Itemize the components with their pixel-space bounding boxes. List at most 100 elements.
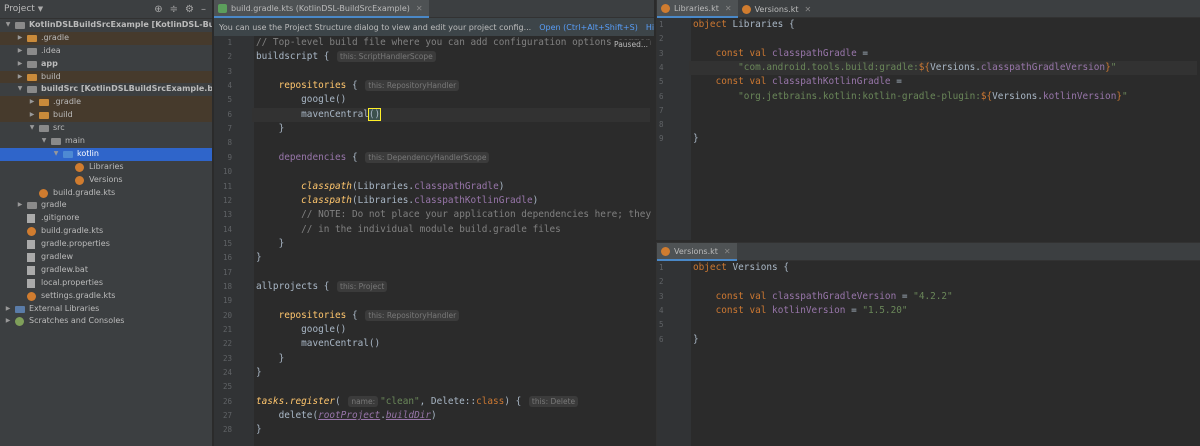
code-line[interactable]: } bbox=[693, 333, 699, 347]
tree-item[interactable]: ▶ gradle bbox=[0, 199, 212, 212]
chevron-down-icon[interactable]: ▼ bbox=[16, 83, 24, 96]
code-token: google() bbox=[256, 94, 347, 106]
tree-item[interactable]: build.gradle.kts bbox=[0, 187, 212, 200]
code-line[interactable]: "org.jetbrains.kotlin:kotlin-gradle-plug… bbox=[693, 90, 1128, 104]
code-line[interactable]: const val classpathGradleVersion = "4.2.… bbox=[693, 290, 953, 304]
tree-item[interactable]: ▶ .gradle bbox=[0, 31, 212, 45]
code-line[interactable]: } bbox=[256, 423, 262, 437]
tab-versions[interactable]: Versions.kt ✕ bbox=[738, 0, 818, 18]
tree-item-label: External Libraries bbox=[29, 303, 100, 313]
code-line[interactable]: classpath(Libraries.classpathGradle) bbox=[256, 180, 504, 194]
line-number: 4 bbox=[659, 62, 664, 72]
build-gradle-editor[interactable]: build.gradle.kts (KotlinDSL-BuildSrcExam… bbox=[214, 0, 654, 446]
chevron-right-icon[interactable]: ▶ bbox=[28, 109, 36, 122]
tree-item[interactable]: Libraries bbox=[0, 161, 212, 174]
code-line[interactable]: // in the individual module build.gradle… bbox=[256, 223, 561, 237]
tree-item[interactable]: ▶ build bbox=[0, 109, 212, 123]
folder-icon bbox=[39, 112, 49, 120]
tab-versions-bottom[interactable]: Versions.kt ✕ bbox=[657, 243, 737, 261]
tree-item-label: Libraries bbox=[89, 161, 124, 171]
chevron-right-icon[interactable]: ▶ bbox=[16, 71, 24, 84]
tab-libraries[interactable]: Libraries.kt ✕ bbox=[657, 0, 738, 18]
chevron-down-icon[interactable]: ▼ bbox=[52, 148, 60, 161]
chevron-right-icon[interactable]: ▶ bbox=[16, 45, 24, 58]
code-line[interactable]: object Libraries { bbox=[693, 18, 795, 32]
tree-item[interactable]: .gitignore bbox=[0, 212, 212, 225]
tree-item[interactable]: ▶ Scratches and Consoles bbox=[0, 315, 212, 328]
versions-editor[interactable]: Versions.kt ✕ 1 object Versions {2 3 const… bbox=[656, 242, 1200, 446]
tree-item[interactable]: ▼ src bbox=[0, 122, 212, 135]
code-line[interactable]: dependencies { this: DependencyHandlerSc… bbox=[256, 151, 491, 165]
code-line[interactable]: // NOTE: Do not place your application d… bbox=[256, 208, 654, 222]
hide-notification-link[interactable]: Hide notification bbox=[646, 23, 654, 32]
chevron-down-icon[interactable]: ▼ bbox=[38, 5, 43, 13]
chevron-down-icon[interactable]: ▼ bbox=[40, 135, 48, 148]
code-line[interactable]: repositories { this: RepositoryHandler bbox=[256, 79, 461, 93]
code-line[interactable]: tasks.register( name: "clean", Delete::cl… bbox=[256, 395, 580, 409]
close-icon[interactable]: ✕ bbox=[416, 4, 423, 13]
code-line[interactable]: "com.android.tools.build:gradle:${Versio… bbox=[693, 61, 1116, 75]
tree-item[interactable]: gradle.properties bbox=[0, 238, 212, 251]
project-tree[interactable]: ▼ KotlinDSLBuildSrcExample [KotlinDSL-Bui… bbox=[0, 19, 212, 328]
tree-item[interactable]: Versions bbox=[0, 174, 212, 187]
tree-item[interactable]: ▶ .idea bbox=[0, 45, 212, 58]
code-line[interactable]: classpath(Libraries.classpathKotlinGradl… bbox=[256, 194, 538, 208]
tree-item[interactable]: ▶ .gradle bbox=[0, 96, 212, 110]
tree-item-label: gradlew.bat bbox=[41, 264, 88, 274]
code-line[interactable]: // Top-level build file where you can ad… bbox=[256, 36, 651, 50]
chevron-right-icon[interactable]: ▶ bbox=[4, 315, 12, 328]
code-line[interactable]: mavenCentral() bbox=[256, 337, 380, 351]
code-line[interactable]: object Versions { bbox=[693, 261, 789, 275]
tree-item[interactable]: ▶ app bbox=[0, 58, 212, 71]
code-line[interactable]: google() bbox=[256, 323, 346, 337]
code-line[interactable]: } bbox=[256, 237, 285, 251]
tree-item[interactable]: ▶ External Libraries bbox=[0, 303, 212, 316]
tree-item[interactable]: settings.gradle.kts bbox=[0, 290, 212, 303]
code-line[interactable]: const val classpathGradle = bbox=[693, 47, 868, 61]
tree-item[interactable]: ▼ buildSrc [KotlinDSLBuildSrcExample.buil… bbox=[0, 83, 212, 96]
code-line[interactable]: } bbox=[256, 352, 285, 366]
chevron-right-icon[interactable]: ▶ bbox=[16, 58, 24, 71]
code-line[interactable]: } bbox=[256, 122, 285, 136]
gear-icon[interactable]: ⚙ bbox=[185, 4, 194, 15]
code-line[interactable]: allprojects { this: Project bbox=[256, 280, 389, 294]
chevron-down-icon[interactable]: ▼ bbox=[28, 122, 36, 135]
chevron-right-icon[interactable]: ▶ bbox=[28, 96, 36, 109]
code-line[interactable]: delete(rootProject.buildDir) bbox=[256, 409, 437, 423]
chevron-right-icon[interactable]: ▶ bbox=[4, 303, 12, 316]
chevron-right-icon[interactable]: ▶ bbox=[16, 199, 24, 212]
folder-icon bbox=[27, 60, 37, 68]
inlay-hint: this: RepositoryHandler bbox=[365, 80, 460, 92]
collapse-icon[interactable]: ≑ bbox=[170, 4, 178, 15]
tree-item[interactable]: ▼ main bbox=[0, 135, 212, 148]
code-line[interactable]: buildscript { this: ScriptHandlerScope bbox=[256, 50, 438, 64]
tree-item[interactable]: ▶ build bbox=[0, 70, 212, 84]
close-icon[interactable]: ✕ bbox=[724, 247, 731, 256]
code-line[interactable]: mavenCentral() bbox=[256, 107, 382, 122]
close-icon[interactable]: ✕ bbox=[725, 4, 732, 13]
tree-item[interactable]: ▼ kotlin bbox=[0, 147, 212, 161]
code-line[interactable]: google() bbox=[256, 93, 346, 107]
code-line[interactable]: const val classpathKotlinGradle = bbox=[693, 75, 902, 89]
code-line[interactable]: } bbox=[256, 251, 262, 265]
main-editor-tabbar: build.gradle.kts (KotlinDSL-BuildSrcExam… bbox=[214, 0, 654, 18]
code-line[interactable]: const val kotlinVersion = "1.5.20" bbox=[693, 304, 908, 318]
close-icon[interactable]: ✕ bbox=[804, 5, 811, 14]
open-project-structure-link[interactable]: Open (Ctrl+Alt+Shift+S) bbox=[539, 23, 638, 32]
code-line[interactable]: } bbox=[256, 366, 262, 380]
tab-build-gradle[interactable]: build.gradle.kts (KotlinDSL-BuildSrcExam… bbox=[214, 0, 429, 18]
libraries-editor-tabbar: Libraries.kt ✕ Versions.kt ✕ bbox=[657, 0, 1200, 18]
minimize-icon[interactable]: – bbox=[201, 4, 206, 15]
code-line[interactable]: repositories { this: RepositoryHandler bbox=[256, 309, 461, 323]
code-line[interactable]: } bbox=[693, 132, 699, 146]
chevron-down-icon[interactable]: ▼ bbox=[4, 19, 12, 32]
tree-item[interactable]: gradlew.bat bbox=[0, 264, 212, 277]
tree-item[interactable]: ▼ KotlinDSLBuildSrcExample [KotlinDSL-Bui… bbox=[0, 19, 212, 32]
locate-icon[interactable]: ⊕ bbox=[154, 4, 162, 15]
project-view-selector[interactable]: Project bbox=[4, 4, 35, 14]
tree-item[interactable]: build.gradle.kts bbox=[0, 225, 212, 238]
chevron-right-icon[interactable]: ▶ bbox=[16, 32, 24, 45]
tree-item[interactable]: gradlew bbox=[0, 251, 212, 264]
libraries-editor[interactable]: Libraries.kt ✕ Versions.kt ✕ 1 object Lib… bbox=[656, 0, 1200, 240]
tree-item[interactable]: local.properties bbox=[0, 277, 212, 290]
